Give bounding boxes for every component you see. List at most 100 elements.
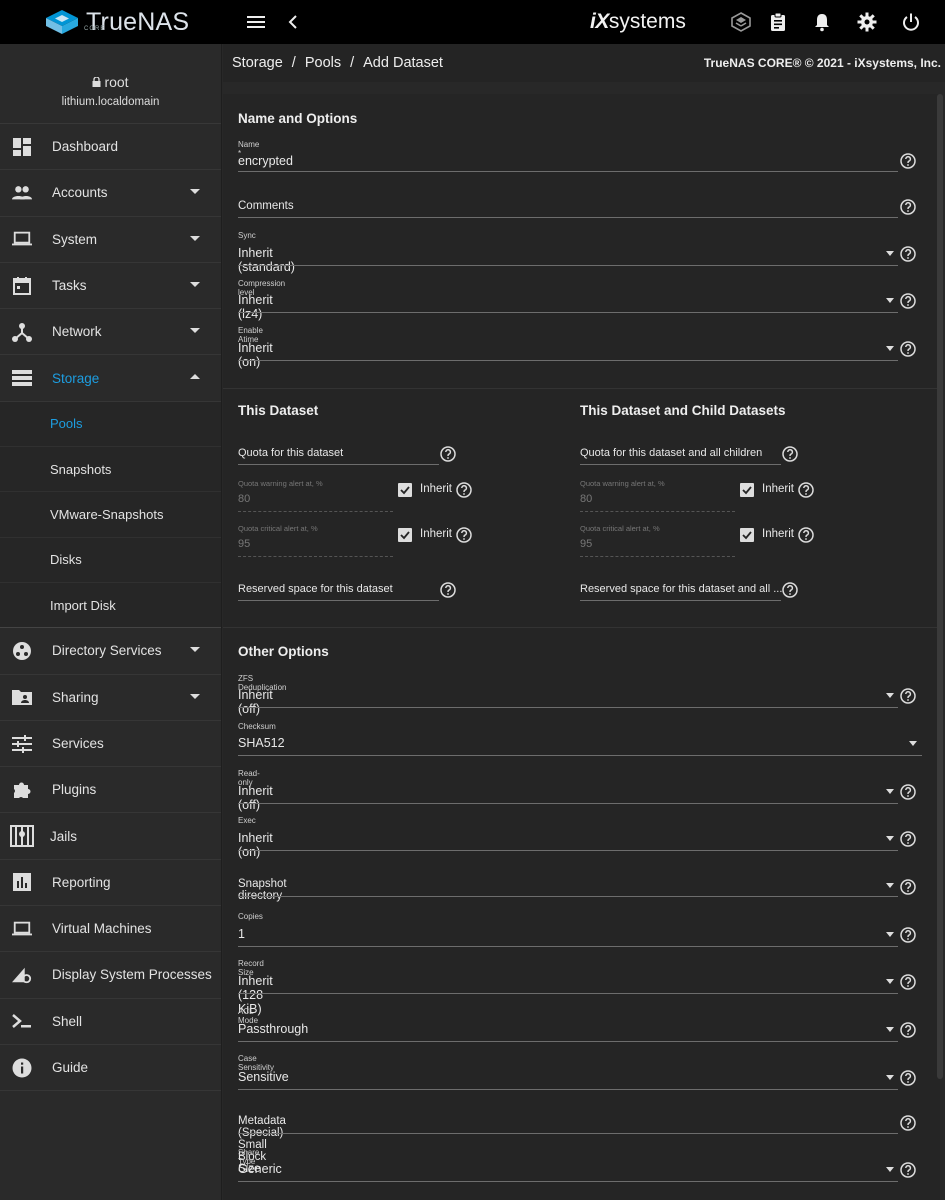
help-icon[interactable] xyxy=(456,527,472,543)
help-icon[interactable] xyxy=(900,153,916,169)
chevron-down-icon xyxy=(190,693,200,699)
quota-critical-label: Quota critical alert at, % xyxy=(238,524,318,533)
breadcrumb-storage[interactable]: Storage xyxy=(232,55,283,71)
clipboard-icon[interactable] xyxy=(768,12,788,32)
sidebar-item-reporting[interactable]: Reporting xyxy=(0,860,221,907)
help-icon[interactable] xyxy=(900,199,916,215)
sidebar-item-label: Jails xyxy=(50,828,78,844)
help-icon[interactable] xyxy=(782,446,798,462)
chevron-down-icon xyxy=(909,741,917,746)
scrollbar[interactable] xyxy=(937,94,943,1079)
children-warning-label: Quota warning alert at, % xyxy=(580,479,665,488)
sidebar-item-sharing[interactable]: Sharing xyxy=(0,675,221,721)
help-icon[interactable] xyxy=(900,831,916,847)
help-icon[interactable] xyxy=(900,1162,916,1178)
help-icon[interactable] xyxy=(900,246,916,262)
section-divider xyxy=(223,388,940,389)
quota-critical-underline xyxy=(238,556,393,557)
help-icon[interactable] xyxy=(900,974,916,990)
quota-children-underline xyxy=(580,464,781,465)
children-critical-inherit-checkbox[interactable] xyxy=(740,528,754,542)
reserved-input[interactable]: Reserved space for this dataset xyxy=(238,583,393,595)
sidebar-subitem-snapshots[interactable]: Snapshots xyxy=(0,447,221,493)
help-icon[interactable] xyxy=(798,527,814,543)
chevron-down-icon xyxy=(190,281,200,287)
chevron-down-icon xyxy=(190,647,200,653)
quota-underline xyxy=(238,464,439,465)
sidebar-subitem-import-disk[interactable]: Import Disk xyxy=(0,582,221,629)
sidebar-item-system-processes[interactable]: Display System Processes xyxy=(0,952,221,999)
sidebar-subitem-disks[interactable]: Disks xyxy=(0,537,221,583)
sidebar-item-shell[interactable]: Shell xyxy=(0,999,221,1045)
laptop-icon xyxy=(12,229,32,249)
network-icon xyxy=(12,322,32,342)
sidebar-item-guide[interactable]: Guide xyxy=(0,1045,221,1092)
case-value: Sensitive xyxy=(238,1070,289,1084)
truenas-logo[interactable]: TrueNAS xyxy=(44,8,189,36)
help-icon[interactable] xyxy=(456,482,472,498)
copyright: TrueNAS CORE® © 2021 - iXsystems, Inc. xyxy=(703,56,941,70)
sidebar-item-label: Virtual Machines xyxy=(52,921,152,937)
quota-children-input[interactable]: Quota for this dataset and all children xyxy=(580,447,762,459)
info-icon xyxy=(12,1058,32,1078)
children-warning-inherit-checkbox[interactable] xyxy=(740,483,754,497)
menu-icon[interactable] xyxy=(246,12,266,32)
chevron-left-icon[interactable] xyxy=(284,12,304,32)
sidebar-subitem-pools[interactable]: Pools xyxy=(0,401,221,448)
children-critical-input: 95 xyxy=(580,538,593,550)
help-icon[interactable] xyxy=(900,1022,916,1038)
sidebar-item-virtual-machines[interactable]: Virtual Machines xyxy=(0,906,221,953)
puzzle-icon xyxy=(12,780,32,800)
sidebar-item-label: Plugins xyxy=(52,782,97,798)
sidebar-item-label: Sharing xyxy=(52,689,99,705)
quota-input[interactable]: Quota for this dataset xyxy=(238,447,343,459)
children-critical-label: Quota critical alert at, % xyxy=(580,524,660,533)
help-icon[interactable] xyxy=(900,1115,916,1131)
bell-icon[interactable] xyxy=(812,12,832,32)
children-warning-underline xyxy=(580,511,735,512)
comments-label: Comments xyxy=(238,200,294,212)
sidebar-item-services[interactable]: Services xyxy=(0,721,221,768)
sync-underline xyxy=(238,265,898,266)
sidebar-item-plugins[interactable]: Plugins xyxy=(0,767,221,814)
metadata-underline xyxy=(238,1133,898,1134)
sidebar-item-directory-services[interactable]: Directory Services xyxy=(0,628,221,675)
quota-critical-inherit-checkbox[interactable] xyxy=(398,528,412,542)
help-icon[interactable] xyxy=(900,688,916,704)
sidebar-item-network[interactable]: Network xyxy=(0,309,221,356)
section-child-datasets: This Dataset and Child Datasets xyxy=(580,403,786,418)
quota-warning-inherit-checkbox[interactable] xyxy=(398,483,412,497)
help-icon[interactable] xyxy=(900,341,916,357)
sidebar-item-dashboard[interactable]: Dashboard xyxy=(0,124,221,171)
chevron-down-icon xyxy=(886,346,894,351)
sidebar-item-tasks[interactable]: Tasks xyxy=(0,263,221,310)
reserved-children-input[interactable]: Reserved space for this dataset and all … xyxy=(580,583,782,595)
tune-icon xyxy=(12,734,32,754)
sidebar-item-jails[interactable]: Jails xyxy=(0,813,221,860)
user-host: lithium.localdomain xyxy=(61,96,160,108)
help-icon[interactable] xyxy=(900,784,916,800)
chevron-down-icon xyxy=(190,328,200,334)
sidebar-item-system[interactable]: System xyxy=(0,217,221,263)
help-icon[interactable] xyxy=(900,1070,916,1086)
truecommand-icon[interactable] xyxy=(731,12,751,32)
help-icon[interactable] xyxy=(900,293,916,309)
help-icon[interactable] xyxy=(900,927,916,943)
atime-value: Inherit (on) xyxy=(238,341,273,369)
sidebar-item-label: Directory Services xyxy=(52,643,162,659)
help-icon[interactable] xyxy=(798,482,814,498)
sidebar-item-accounts[interactable]: Accounts xyxy=(0,170,221,217)
help-icon[interactable] xyxy=(440,446,456,462)
power-icon[interactable] xyxy=(901,12,921,32)
help-icon[interactable] xyxy=(782,582,798,598)
sidebar-item-storage[interactable]: Storage xyxy=(0,355,221,402)
sidebar-item-label: Accounts xyxy=(52,185,108,201)
breadcrumb-pools[interactable]: Pools xyxy=(305,55,341,71)
gear-icon[interactable] xyxy=(857,12,877,32)
help-icon[interactable] xyxy=(440,582,456,598)
breadcrumb-bar: Storage / Pools / Add Dataset TrueNAS CORE® … xyxy=(223,44,945,82)
name-input[interactable]: encrypted xyxy=(238,154,293,168)
help-icon[interactable] xyxy=(900,879,916,895)
chevron-down-icon xyxy=(886,836,894,841)
sidebar-subitem-vmware-snapshots[interactable]: VMware-Snapshots xyxy=(0,492,221,538)
